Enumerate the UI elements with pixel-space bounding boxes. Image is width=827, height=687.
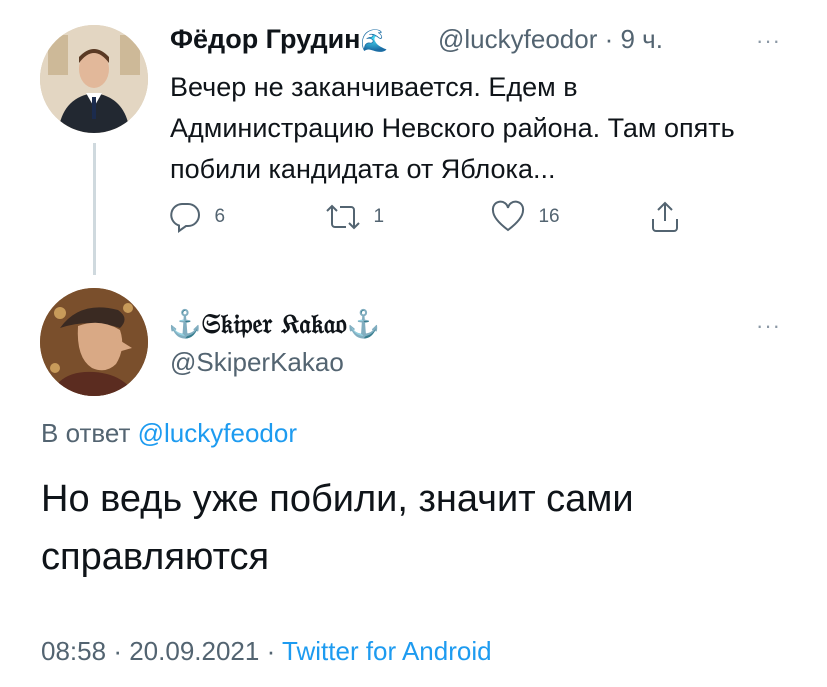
like-icon — [491, 200, 525, 232]
author-name-text: Фёдор Грудин — [170, 24, 361, 54]
reply-count: 6 — [214, 206, 226, 227]
thread-line — [93, 143, 96, 275]
tweet-time[interactable]: 08:58 — [41, 636, 106, 666]
author-handle[interactable]: @SkiperKakao — [170, 347, 344, 378]
reply-icon — [170, 203, 200, 233]
more-icon[interactable]: ··· — [756, 28, 781, 54]
tweet-source[interactable]: Twitter for Android — [282, 636, 492, 666]
reply-context: В ответ @luckyfeodor — [41, 418, 297, 449]
author-name[interactable]: ⚓𝔖𝔨𝔦𝔭𝔢𝔯 𝔎𝔞𝔨𝔞𝔬⚓ — [168, 308, 380, 341]
separator-dot: · — [266, 636, 276, 666]
author-name[interactable]: Фёдор Грудин🌊 — [170, 24, 388, 55]
tweet-date[interactable]: 20.09.2021 — [129, 636, 259, 666]
tweet-meta: 08:58 · 20.09.2021 · Twitter for Android — [41, 636, 492, 667]
avatar-feodor-image — [40, 25, 148, 133]
tweet-text: Вечер не заканчивается. Едем в Администр… — [170, 72, 735, 184]
more-icon[interactable]: ··· — [756, 313, 781, 339]
avatar-skiperkakao[interactable] — [40, 288, 148, 396]
author-handle-time: @luckyfeodor · 9 ч. — [438, 24, 663, 55]
share-button[interactable] — [648, 200, 682, 236]
reply-prefix: В ответ — [41, 418, 131, 448]
share-icon — [652, 201, 678, 232]
author-handle[interactable]: @luckyfeodor — [438, 24, 597, 54]
avatar-skiperkakao-image — [40, 288, 148, 396]
retweet-count: 1 — [373, 206, 385, 227]
tweet-text: Но ведь уже побили, значит сами справляю… — [41, 478, 634, 578]
time-ago[interactable]: 9 ч. — [621, 24, 663, 54]
separator-dot: · — [113, 636, 122, 666]
avatar-feodor[interactable] — [40, 25, 148, 133]
separator-dot: · — [604, 24, 614, 54]
like-button[interactable]: 16 — [490, 200, 560, 236]
wave-emoji: 🌊 — [360, 28, 388, 53]
like-count: 16 — [538, 206, 560, 227]
reply-button[interactable]: 6 — [168, 200, 225, 236]
retweet-button[interactable]: 1 — [323, 200, 384, 236]
retweet-icon — [326, 204, 360, 230]
reply-to-link[interactable]: @luckyfeodor — [138, 418, 297, 448]
